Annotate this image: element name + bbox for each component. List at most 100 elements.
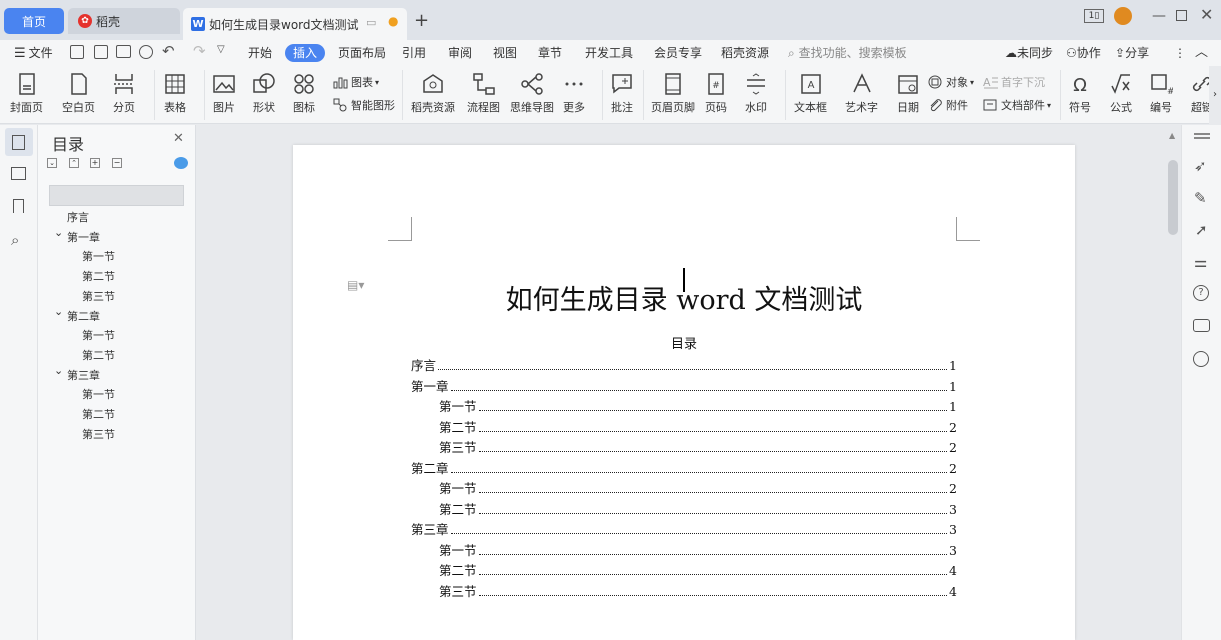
rail-menu-icon[interactable] <box>1194 133 1210 135</box>
toc-entry[interactable]: 第二节 3 <box>439 499 957 517</box>
smartart-button[interactable]: 智能图形 <box>332 97 395 113</box>
chapter-nav-icon[interactable] <box>11 167 26 180</box>
nav-tree-item[interactable]: ⌄ 第一章 <box>54 226 100 245</box>
search-function[interactable]: ⌕ 查找功能、搜索模板 <box>788 44 907 62</box>
nav-tree-item[interactable]: 第二节 <box>82 406 115 422</box>
more-options-icon[interactable]: ⋮ <box>1174 44 1186 62</box>
toc-entry[interactable]: 第三章 3 <box>411 519 957 537</box>
game-controller-icon[interactable] <box>1193 319 1210 332</box>
nav-tree-item[interactable]: 第三节 <box>82 288 115 304</box>
smart-toc-icon[interactable] <box>174 157 188 169</box>
layout-switch-icon[interactable]: 1▯ <box>1084 9 1104 23</box>
toc-entry[interactable]: 第三节 4 <box>439 581 957 599</box>
page-number-button[interactable]: # 页码 <box>704 72 728 115</box>
toc-entry[interactable]: 第二章 2 <box>411 458 957 476</box>
drop-cap-button[interactable]: A 首字下沉 <box>982 74 1045 90</box>
mindmap-button[interactable]: 思维导图 <box>510 72 554 115</box>
collaborate-button[interactable]: ⚇协作 <box>1066 44 1101 62</box>
adjust-sliders-icon[interactable]: ⚌ <box>1194 253 1207 271</box>
cover-page-button[interactable]: 封面页 <box>10 72 43 115</box>
menu-page-layout[interactable]: 页面布局 <box>338 44 386 62</box>
menu-insert[interactable]: 插入 <box>285 44 326 62</box>
comment-button[interactable]: 批注 <box>610 72 634 115</box>
date-button[interactable]: 日期 <box>896 72 920 115</box>
nav-tree-item[interactable]: 第一节 <box>82 386 115 402</box>
scroll-up-icon[interactable]: ▲ <box>1169 131 1175 140</box>
doc-parts-button[interactable]: 文档部件 ▾ <box>982 97 1051 113</box>
object-button[interactable]: 对象 ▾ <box>927 74 974 90</box>
toc-entry[interactable]: 第二节 2 <box>439 417 957 435</box>
shape-button[interactable]: 形状 <box>252 72 276 115</box>
toc-entry[interactable]: 第三节 2 <box>439 437 957 455</box>
badge-icon[interactable] <box>1193 351 1209 367</box>
blank-page-button[interactable]: 空白页 <box>62 72 95 115</box>
help-icon[interactable]: ? <box>1193 285 1209 301</box>
close-window-icon[interactable]: ✕ <box>1200 5 1213 24</box>
watermark-button[interactable]: 水印 <box>744 72 768 115</box>
tab-document[interactable]: W 如何生成目录word文档测试 ▭ ● <box>183 8 407 40</box>
nav-tree-item[interactable]: 第二节 <box>82 347 115 363</box>
nav-tree-item[interactable]: 第一节 <box>82 327 115 343</box>
print-preview-icon[interactable] <box>139 45 153 59</box>
nav-tree-item[interactable]: 第三节 <box>82 426 115 442</box>
tab-home[interactable]: 首页 <box>4 8 64 34</box>
rocket-icon[interactable]: ➶ <box>1194 157 1207 175</box>
pin-icon[interactable]: ▭ <box>366 16 376 29</box>
cursor-select-icon[interactable]: ➚ <box>1195 221 1208 239</box>
bookmark-icon[interactable] <box>13 199 24 213</box>
menu-view[interactable]: 视图 <box>493 44 517 62</box>
quick-access-dropdown-icon[interactable]: ▽ <box>217 44 225 55</box>
minimize-icon[interactable]: — <box>1152 8 1166 24</box>
demote-icon[interactable]: − <box>112 158 122 168</box>
nav-tree-item[interactable]: 第一节 <box>82 248 115 264</box>
toc-entry[interactable]: 第一节 2 <box>439 478 957 496</box>
collapse-all-icon[interactable]: ⌃ <box>69 158 79 168</box>
save-icon[interactable] <box>70 45 84 59</box>
table-button[interactable]: 表格 <box>163 72 187 115</box>
close-pane-icon[interactable]: ✕ <box>173 131 184 146</box>
daoke-resources-button[interactable]: 稻壳资源 <box>411 72 455 115</box>
new-tab-plus-icon[interactable]: + <box>414 10 429 31</box>
collapse-ribbon-icon[interactable]: ︿ <box>1195 44 1208 62</box>
chart-button[interactable]: 图表 ▾ <box>332 74 379 90</box>
textbox-button[interactable]: A 文本框 <box>794 72 827 115</box>
chevron-down-icon[interactable]: ⌄ <box>54 364 63 377</box>
document-page[interactable]: ▤▾ 如何生成目录 word 文档测试 目录 序言 1 第一章 1 第一节 1 第二节 2 第三… <box>293 145 1075 640</box>
toc-entry[interactable]: 第一节 1 <box>439 396 957 414</box>
toc-entry[interactable]: 第一节 3 <box>439 540 957 558</box>
icon-button[interactable]: 图标 <box>292 72 316 115</box>
toc-selected-entry[interactable] <box>49 185 184 206</box>
scrollbar-thumb[interactable] <box>1168 160 1178 235</box>
promote-icon[interactable]: + <box>90 158 100 168</box>
redo-icon[interactable]: ↷ <box>193 42 206 60</box>
more-button[interactable]: 更多 <box>562 72 586 115</box>
wordart-button[interactable]: 艺术字 <box>845 72 878 115</box>
menu-reference[interactable]: 引用 <box>402 44 426 62</box>
menu-developer[interactable]: 开发工具 <box>585 44 633 62</box>
search-icon[interactable]: ⌕ <box>11 231 19 249</box>
flowchart-button[interactable]: 流程图 <box>467 72 500 115</box>
nav-tree-item[interactable]: ⌄ 第二章 <box>54 305 100 324</box>
maximize-icon[interactable] <box>1176 10 1187 21</box>
toc-entry[interactable]: 第二节 4 <box>439 560 957 578</box>
sync-status[interactable]: ☁未同步 <box>1005 44 1053 62</box>
menu-start[interactable]: 开始 <box>248 44 272 62</box>
formula-button[interactable]: 公式 <box>1109 72 1133 115</box>
share-button[interactable]: ⇪分享 <box>1115 44 1149 62</box>
nav-tree-item[interactable]: ⌄ 第三章 <box>54 364 100 383</box>
header-footer-button[interactable]: 页眉页脚 <box>651 72 695 115</box>
toc-entry[interactable]: 序言 1 <box>411 355 957 373</box>
page-break-button[interactable]: 分页 <box>112 72 136 115</box>
tab-daoke[interactable]: ✿ 稻壳 <box>68 8 180 34</box>
nav-tree-item[interactable]: 第二节 <box>82 268 115 284</box>
chevron-down-icon[interactable]: ⌄ <box>54 305 63 318</box>
pen-icon[interactable]: ✎ <box>1194 189 1207 207</box>
nav-tree-item[interactable]: 序言 <box>67 209 89 225</box>
attachment-button[interactable]: 附件 <box>927 97 968 113</box>
file-menu[interactable]: ☰ 文件 <box>14 44 53 62</box>
symbol-button[interactable]: Ω 符号 <box>1068 72 1092 115</box>
ribbon-scroll-right-icon[interactable]: › <box>1209 66 1221 124</box>
menu-daoke-resources[interactable]: 稻壳资源 <box>721 44 769 62</box>
toc-entry[interactable]: 第一章 1 <box>411 376 957 394</box>
menu-member[interactable]: 会员专享 <box>654 44 702 62</box>
